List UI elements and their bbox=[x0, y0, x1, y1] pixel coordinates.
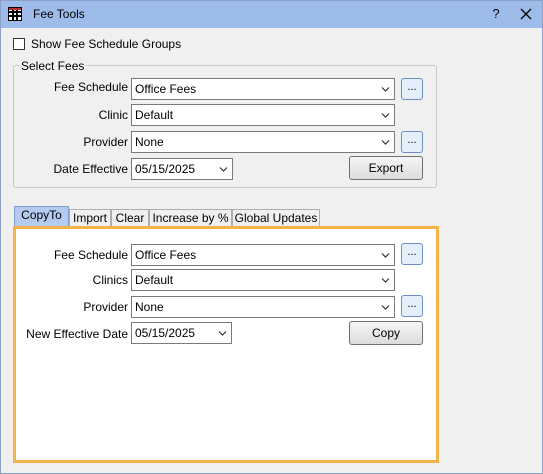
copyto-fee-schedule-value: Office Fees bbox=[135, 248, 197, 262]
chevron-down-icon bbox=[381, 140, 390, 145]
export-button[interactable]: Export bbox=[349, 156, 423, 180]
fee-schedule-value: Office Fees bbox=[135, 82, 197, 96]
fee-schedule-browse-button[interactable]: ... bbox=[401, 78, 423, 100]
show-groups-label: Show Fee Schedule Groups bbox=[31, 37, 182, 51]
copyto-clinics-label: Clinics bbox=[92, 273, 128, 287]
date-effective-value: 05/15/2025 bbox=[135, 162, 196, 176]
copy-button[interactable]: Copy bbox=[349, 321, 423, 345]
close-icon[interactable] bbox=[516, 4, 536, 24]
tab-increase-by-percent[interactable]: Increase by % bbox=[149, 209, 232, 227]
date-effective-label: Date Effective bbox=[53, 162, 128, 176]
clinic-value: Default bbox=[135, 108, 174, 122]
new-effective-date-value: 05/15/2025 bbox=[135, 326, 196, 340]
tab-global-updates[interactable]: Global Updates bbox=[232, 209, 320, 227]
provider-value: None bbox=[135, 135, 164, 149]
copyto-clinics-value: Default bbox=[135, 273, 174, 287]
tab-copyto[interactable]: CopyTo bbox=[14, 206, 69, 227]
chevron-down-icon bbox=[381, 113, 390, 118]
copyto-fee-schedule-browse-button[interactable]: ... bbox=[401, 243, 423, 265]
date-effective-picker[interactable]: 05/15/2025 bbox=[131, 158, 233, 180]
copyto-provider-value: None bbox=[135, 300, 164, 314]
fee-tools-window: Fee Tools ? Show Fee Schedule Groups Sel… bbox=[0, 0, 543, 474]
new-effective-date-picker[interactable]: 05/15/2025 bbox=[131, 322, 232, 344]
copyto-clinics-select[interactable]: Default bbox=[131, 269, 395, 291]
chevron-down-icon bbox=[381, 87, 390, 92]
tab-import[interactable]: Import bbox=[69, 209, 111, 227]
copyto-fee-schedule-label: Fee Schedule bbox=[53, 248, 128, 262]
select-fees-title: Select Fees bbox=[19, 59, 87, 73]
copyto-fee-schedule-select[interactable]: Office Fees bbox=[131, 244, 395, 266]
fee-schedule-select[interactable]: Office Fees bbox=[131, 78, 395, 100]
chevron-down-icon bbox=[381, 253, 390, 258]
chevron-down-icon bbox=[218, 331, 227, 336]
chevron-down-icon bbox=[219, 167, 228, 172]
app-grid-icon bbox=[8, 7, 22, 21]
title-bar: Fee Tools ? bbox=[1, 1, 542, 28]
provider-browse-button[interactable]: ... bbox=[401, 131, 423, 153]
copyto-provider-label: Provider bbox=[83, 300, 128, 314]
copyto-provider-browse-button[interactable]: ... bbox=[401, 295, 423, 317]
new-effective-date-label: New Effective Date bbox=[26, 327, 128, 341]
provider-label: Provider bbox=[83, 135, 128, 149]
chevron-down-icon bbox=[381, 278, 390, 283]
provider-select[interactable]: None bbox=[131, 131, 395, 153]
tab-clear[interactable]: Clear bbox=[111, 209, 149, 227]
clinic-label: Clinic bbox=[98, 108, 128, 122]
chevron-down-icon bbox=[381, 305, 390, 310]
clinic-select[interactable]: Default bbox=[131, 104, 395, 126]
copyto-provider-select[interactable]: None bbox=[131, 296, 395, 318]
help-button[interactable]: ? bbox=[488, 5, 504, 23]
window-title: Fee Tools bbox=[33, 7, 85, 21]
show-groups-checkbox[interactable] bbox=[13, 38, 25, 50]
fee-schedule-label: Fee Schedule bbox=[53, 80, 128, 94]
